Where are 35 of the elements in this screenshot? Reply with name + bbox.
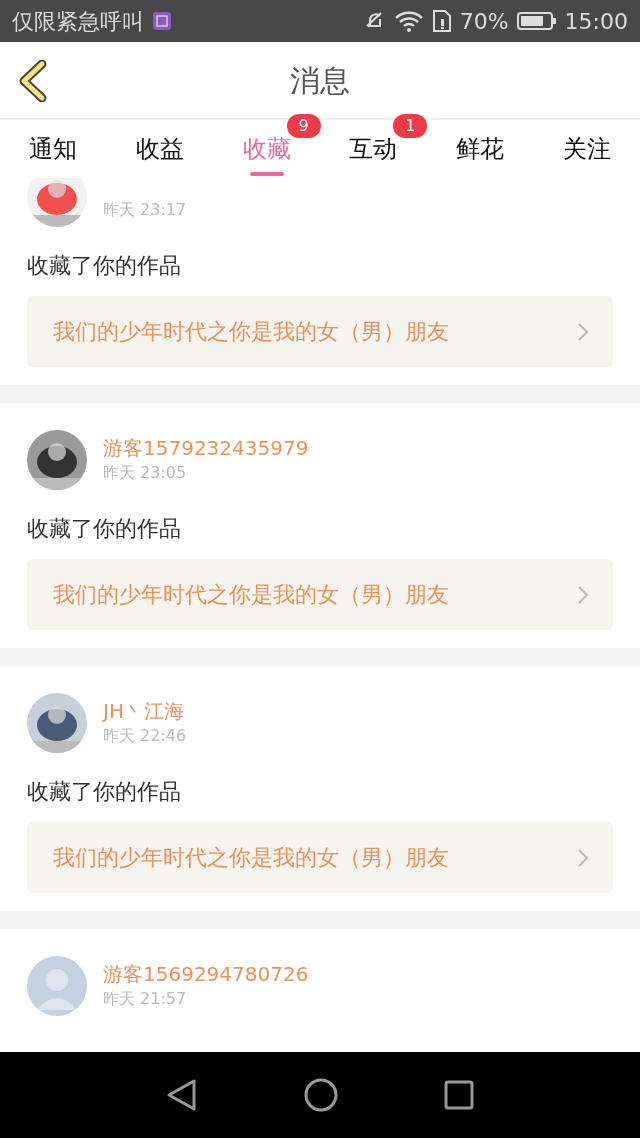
- recent-apps-icon[interactable]: [444, 1080, 474, 1110]
- back-icon[interactable]: [18, 60, 48, 102]
- tab[interactable]: 关注: [533, 120, 640, 178]
- carrier-text: 仅限紧急呼叫: [12, 7, 144, 36]
- tab[interactable]: 收益: [106, 120, 214, 178]
- work-link[interactable]: 我们的少年时代之你是我的女（男）朋友: [27, 296, 613, 367]
- work-link[interactable]: 我们的少年时代之你是我的女（男）朋友: [27, 559, 613, 630]
- battery-percent: 70%: [459, 7, 509, 36]
- count-badge: 9: [286, 114, 321, 138]
- wifi-icon: [393, 9, 424, 33]
- message-text: 收藏了你的作品: [27, 515, 182, 543]
- message-time: 昨天 21:57: [103, 988, 188, 1010]
- tab[interactable]: 鲜花: [426, 120, 534, 178]
- message-time: 昨天 23:05: [103, 462, 188, 484]
- work-link[interactable]: 我们的少年时代之你是我的女（男）朋友: [27, 822, 613, 893]
- chevron-icon: [577, 847, 589, 868]
- user-name[interactable]: 游客1569294780726: [103, 961, 309, 987]
- page-title: 消息: [290, 61, 350, 100]
- home-icon[interactable]: [304, 1078, 338, 1112]
- message-time: 昨天 23:17: [103, 199, 187, 221]
- user-name[interactable]: 游客1579232435979: [103, 435, 309, 461]
- battery-icon: [516, 11, 557, 31]
- sim-card-icon: [431, 9, 452, 33]
- tab[interactable]: 通知: [0, 120, 107, 178]
- back-icon[interactable]: [166, 1078, 198, 1112]
- count-badge: 1: [393, 114, 428, 138]
- message-text: 收藏了你的作品: [27, 252, 182, 280]
- message-time: 昨天 22:46: [103, 725, 187, 747]
- clock-time: 15:00: [564, 7, 628, 36]
- chevron-icon: [577, 584, 589, 605]
- chevron-icon: [577, 321, 589, 342]
- user-name[interactable]: JH丶江海: [103, 698, 187, 724]
- avatar-placeholder-icon: [27, 956, 87, 1016]
- gallery-icon: [152, 11, 172, 31]
- message-text: 收藏了你的作品: [27, 778, 182, 806]
